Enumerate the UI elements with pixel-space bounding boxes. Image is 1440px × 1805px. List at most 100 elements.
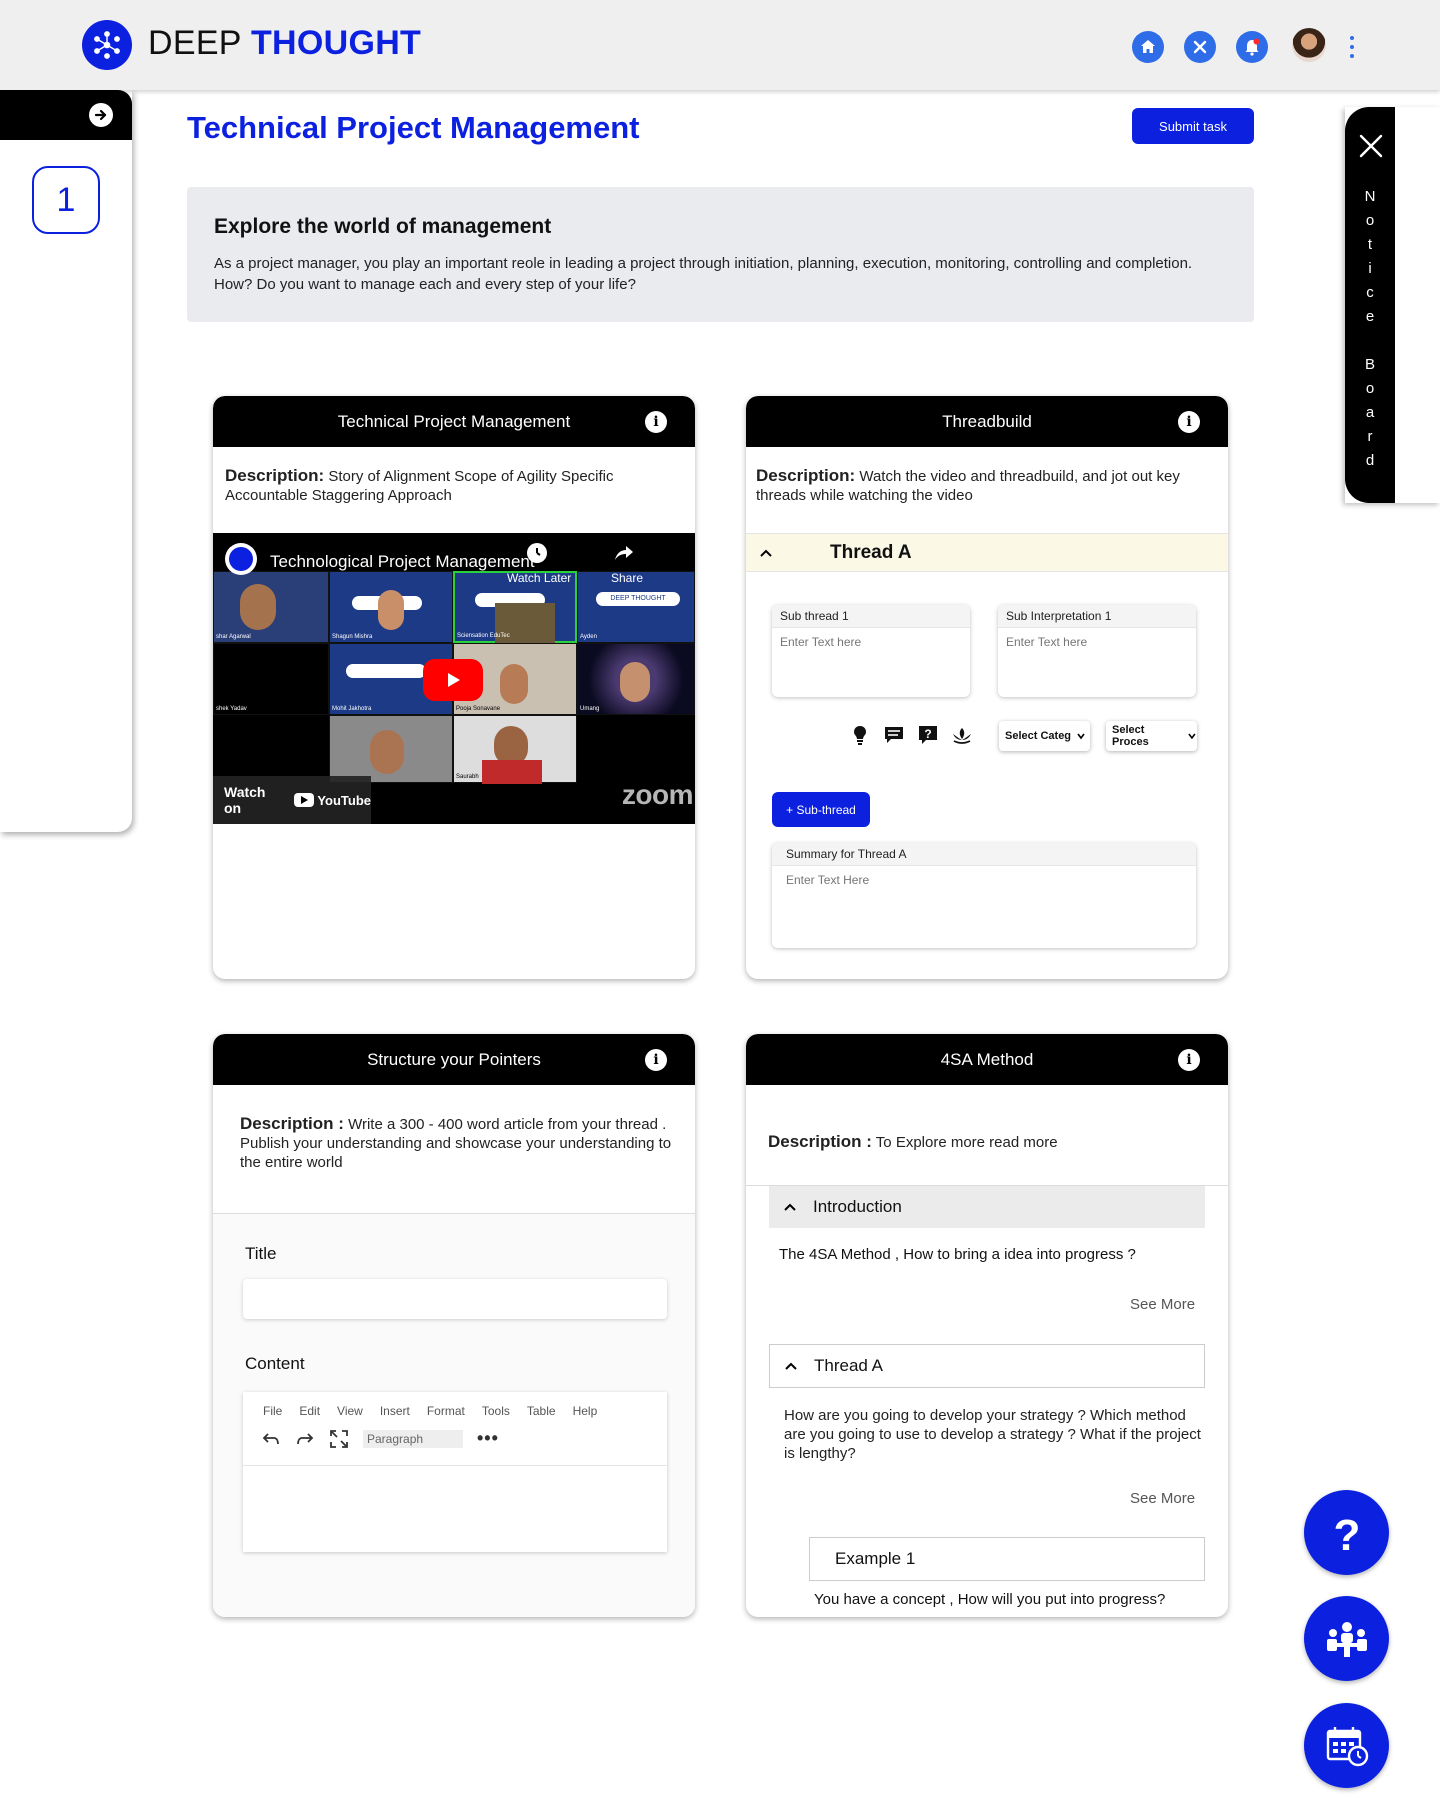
menu-item[interactable]: Format — [427, 1404, 465, 1418]
more-horizontal-icon[interactable]: ••• — [477, 1428, 499, 1449]
example-accordion[interactable]: Example 1 — [809, 1537, 1205, 1581]
thread-a-accordion[interactable]: Thread A — [769, 1344, 1205, 1388]
close-icon[interactable] — [1358, 133, 1384, 159]
intro-heading: Explore the world of management — [214, 215, 552, 238]
video-title[interactable]: Technological Project Management — [270, 552, 535, 572]
submit-task-button[interactable]: Submit task — [1132, 108, 1254, 144]
avatar[interactable] — [1292, 28, 1326, 62]
participant-name: Umang — [580, 706, 600, 712]
lotus-icon[interactable] — [951, 724, 973, 746]
description-label: Description : — [240, 1114, 344, 1133]
add-subthread-button[interactable]: + Sub-thread — [772, 792, 870, 827]
introduction-title: Introduction — [813, 1197, 902, 1216]
fullscreen-icon[interactable] — [329, 1429, 349, 1449]
notice-letter: o — [1365, 212, 1375, 229]
left-sidebar: 1 — [0, 90, 132, 832]
menu-item[interactable]: View — [337, 1404, 363, 1418]
redo-icon[interactable] — [295, 1430, 315, 1448]
sub-thread-input[interactable] — [772, 628, 970, 656]
bell-icon[interactable] — [1236, 31, 1268, 63]
info-icon[interactable]: i — [645, 411, 667, 433]
chevron-up-icon[interactable] — [758, 545, 774, 561]
sub-interpretation-input[interactable] — [998, 628, 1196, 656]
video-tiles-row-3: Saurabh — [329, 715, 577, 784]
participant-name: Mohit Jakhotra — [332, 706, 372, 712]
card-title: Technical Project Management — [337, 411, 571, 431]
example-title: Example 1 — [835, 1549, 916, 1568]
menu-item[interactable]: Edit — [299, 1404, 320, 1418]
participant-name: Pooja Sonavane — [456, 706, 501, 712]
editor-menu-bar: File Edit View Insert Format Tools Table… — [243, 1392, 667, 1418]
content-label: Content — [245, 1354, 305, 1373]
watch-on-youtube-button[interactable]: Watch on YouTube — [213, 776, 371, 824]
select-process-dropdown[interactable]: Select Proces — [1106, 721, 1197, 751]
field-label: Summary for Thread A — [772, 843, 1196, 866]
see-more-link[interactable]: See More — [1130, 1296, 1195, 1313]
video-tile: Umang — [577, 643, 695, 715]
video-tile: Saurabh — [453, 715, 577, 784]
chevron-up-icon[interactable] — [783, 1358, 799, 1374]
watch-on-label: Watch on — [224, 784, 266, 816]
thread-accordion-header[interactable]: Thread A — [746, 533, 1228, 572]
card-title: Structure your Pointers — [367, 1049, 541, 1069]
menu-item[interactable]: Table — [527, 1404, 556, 1418]
structure-card: Structure your Pointers i Description : … — [213, 1034, 695, 1617]
channel-avatar[interactable] — [225, 543, 257, 575]
summary-input[interactable] — [772, 866, 1196, 894]
video-card: Technical Project Management i Descripti… — [213, 396, 695, 979]
menu-item[interactable]: Insert — [380, 1404, 410, 1418]
select-category-dropdown[interactable]: Select Categ — [999, 721, 1090, 751]
chevron-up-icon[interactable] — [782, 1199, 798, 1215]
introduction-accordion[interactable]: Introduction — [769, 1186, 1205, 1228]
youtube-icon — [294, 793, 315, 807]
help-icon: ? — [1333, 1511, 1360, 1556]
watch-later-label[interactable]: Watch Later — [507, 571, 571, 585]
question-icon[interactable]: ? — [917, 724, 939, 746]
logo-icon[interactable] — [82, 20, 132, 70]
comment-icon[interactable] — [883, 724, 905, 746]
arrow-right-icon[interactable] — [89, 103, 113, 127]
card-header: Technical Project Management i — [213, 396, 695, 447]
help-button[interactable]: ? — [1304, 1490, 1389, 1575]
notice-letter: i — [1368, 260, 1372, 277]
calendar-icon — [1326, 1726, 1368, 1766]
tile-badge: DEEP THOUGHT — [596, 592, 680, 606]
field-label: Sub thread 1 — [772, 605, 970, 628]
menu-item[interactable]: Tools — [482, 1404, 510, 1418]
info-icon[interactable]: i — [1178, 411, 1200, 433]
notice-board-tab[interactable]: N o t i c e B o a r d — [1345, 107, 1395, 503]
notice-letter: t — [1367, 236, 1373, 253]
paragraph-select[interactable]: Paragraph — [363, 1429, 463, 1448]
video-player[interactable]: shar Agarwal Shagun Mishra Sciensation E… — [213, 533, 695, 824]
video-tile: shar Agarwal — [213, 571, 329, 643]
example-text: You have a concept , How will you put in… — [814, 1591, 1166, 1608]
undo-icon[interactable] — [261, 1430, 281, 1448]
home-icon[interactable] — [1132, 31, 1164, 63]
brand-part-1: DEEP — [148, 24, 242, 62]
editor-toolbar: Paragraph ••• — [243, 1418, 667, 1449]
menu-item[interactable]: Help — [573, 1404, 598, 1418]
share-label[interactable]: Share — [611, 571, 643, 585]
clock-icon[interactable] — [527, 543, 547, 563]
title-input[interactable] — [243, 1279, 667, 1319]
menu-item[interactable]: File — [263, 1404, 282, 1418]
info-icon[interactable]: i — [645, 1049, 667, 1071]
video-tile: Shagun Mishra — [329, 571, 453, 643]
participant-name: shar Agarwal — [216, 634, 251, 640]
see-more-link[interactable]: See More — [1130, 1490, 1195, 1507]
more-vertical-icon[interactable] — [1350, 36, 1356, 58]
info-icon[interactable]: i — [1178, 1049, 1200, 1071]
description-label: Description: — [756, 466, 856, 485]
4sa-method-card: 4SA Method i Description : To Explore mo… — [746, 1034, 1228, 1617]
play-button[interactable] — [423, 659, 483, 701]
lightbulb-icon[interactable] — [849, 724, 871, 746]
description-label: Description : — [768, 1132, 872, 1151]
tools-icon[interactable] — [1184, 31, 1216, 63]
introduction-text: The 4SA Method , How to bring a idea int… — [779, 1246, 1136, 1263]
share-icon[interactable] — [613, 543, 635, 563]
step-number[interactable]: 1 — [32, 166, 100, 234]
card-header: Threadbuild i — [746, 396, 1228, 447]
meeting-button[interactable] — [1304, 1596, 1389, 1681]
calendar-button[interactable] — [1304, 1703, 1389, 1788]
card-title: Threadbuild — [942, 411, 1032, 431]
